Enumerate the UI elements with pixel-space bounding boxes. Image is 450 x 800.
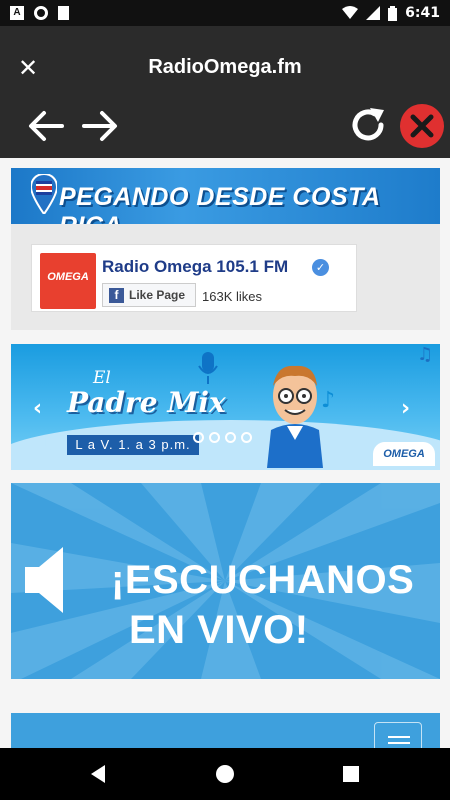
menu-line	[388, 742, 410, 744]
costa-rica-banner: PEGANDO DESDE COSTA RICA	[11, 168, 440, 224]
wifi-icon	[342, 6, 359, 19]
show-title: Padre Mix	[67, 386, 226, 419]
show-prefix: El	[93, 368, 111, 388]
slider-dot[interactable]	[241, 432, 252, 443]
listen-live-line1: ¡ESCUCHANOS	[111, 558, 415, 602]
status-bar: A 6:41	[0, 0, 450, 26]
slider-dot[interactable]	[225, 432, 236, 443]
arrow-left-icon[interactable]	[26, 106, 66, 146]
browser-navbar	[0, 94, 450, 158]
music-note-icon: ♫	[39, 432, 56, 453]
page-title: RadioOmega.fm	[148, 56, 302, 78]
like-page-label: Like Page	[129, 288, 186, 302]
like-page-button[interactable]: f Like Page	[102, 283, 196, 307]
map-pin-icon	[31, 174, 57, 214]
verified-icon: ✓	[312, 259, 329, 276]
reload-icon[interactable]	[348, 105, 388, 145]
sd-card-icon	[58, 6, 69, 20]
home-icon[interactable]	[213, 762, 237, 786]
listen-live-line2: EN VIVO!	[129, 608, 309, 652]
stop-button[interactable]	[400, 104, 444, 148]
banner-text: PEGANDO DESDE COSTA RICA	[59, 183, 380, 224]
arrow-right-icon[interactable]	[80, 106, 120, 146]
back-icon[interactable]	[86, 762, 110, 786]
circle-icon	[34, 6, 48, 20]
likes-count: 163K likes	[202, 289, 262, 304]
listen-live-text: ¡ESCUCHANOS EN VIVO!	[111, 555, 431, 655]
web-content[interactable]: PEGANDO DESDE COSTA RICA OMEGA Radio Ome…	[0, 158, 450, 748]
slider-next-button[interactable]: ›	[401, 396, 410, 421]
fb-page-name[interactable]: Radio Omega 105.1 FM	[102, 257, 288, 277]
omega-mini-logo: OMEGA	[373, 442, 435, 466]
site-header	[11, 713, 440, 748]
menu-line	[388, 736, 410, 738]
android-navbar	[0, 748, 450, 800]
signal-icon	[366, 6, 381, 20]
battery-icon	[388, 5, 398, 21]
speaker-icon[interactable]	[25, 547, 65, 613]
slider-dot[interactable]	[209, 432, 220, 443]
stop-icon	[410, 114, 434, 138]
show-schedule: L a V. 1. a 3 p.m.	[67, 435, 199, 455]
a-icon: A	[10, 6, 24, 20]
slider-dots	[193, 432, 252, 443]
recents-icon[interactable]	[339, 762, 363, 786]
slider-dot[interactable]	[193, 432, 204, 443]
facebook-page-widget[interactable]: OMEGA Radio Omega 105.1 FM ✓ f Like Page…	[31, 244, 357, 312]
microphone-icon	[198, 352, 218, 384]
hamburger-menu-button[interactable]	[374, 722, 422, 748]
host-caricature	[267, 365, 323, 468]
status-time: 6:41	[405, 5, 440, 21]
listen-live-banner[interactable]: ¡ESCUCHANOS EN VIVO!	[11, 483, 440, 679]
radio-omega-logo: OMEGA	[40, 253, 96, 309]
facebook-icon: f	[109, 288, 124, 303]
slider-prev-button[interactable]: ‹	[33, 396, 42, 421]
promo-slider[interactable]: ♪ ♫ ♫ El Padre Mix L a V. 1. a 3 p.m. ‹ …	[11, 344, 440, 470]
music-note-icon: ♫	[417, 344, 434, 365]
facebook-card: PEGANDO DESDE COSTA RICA OMEGA Radio Ome…	[11, 168, 440, 330]
